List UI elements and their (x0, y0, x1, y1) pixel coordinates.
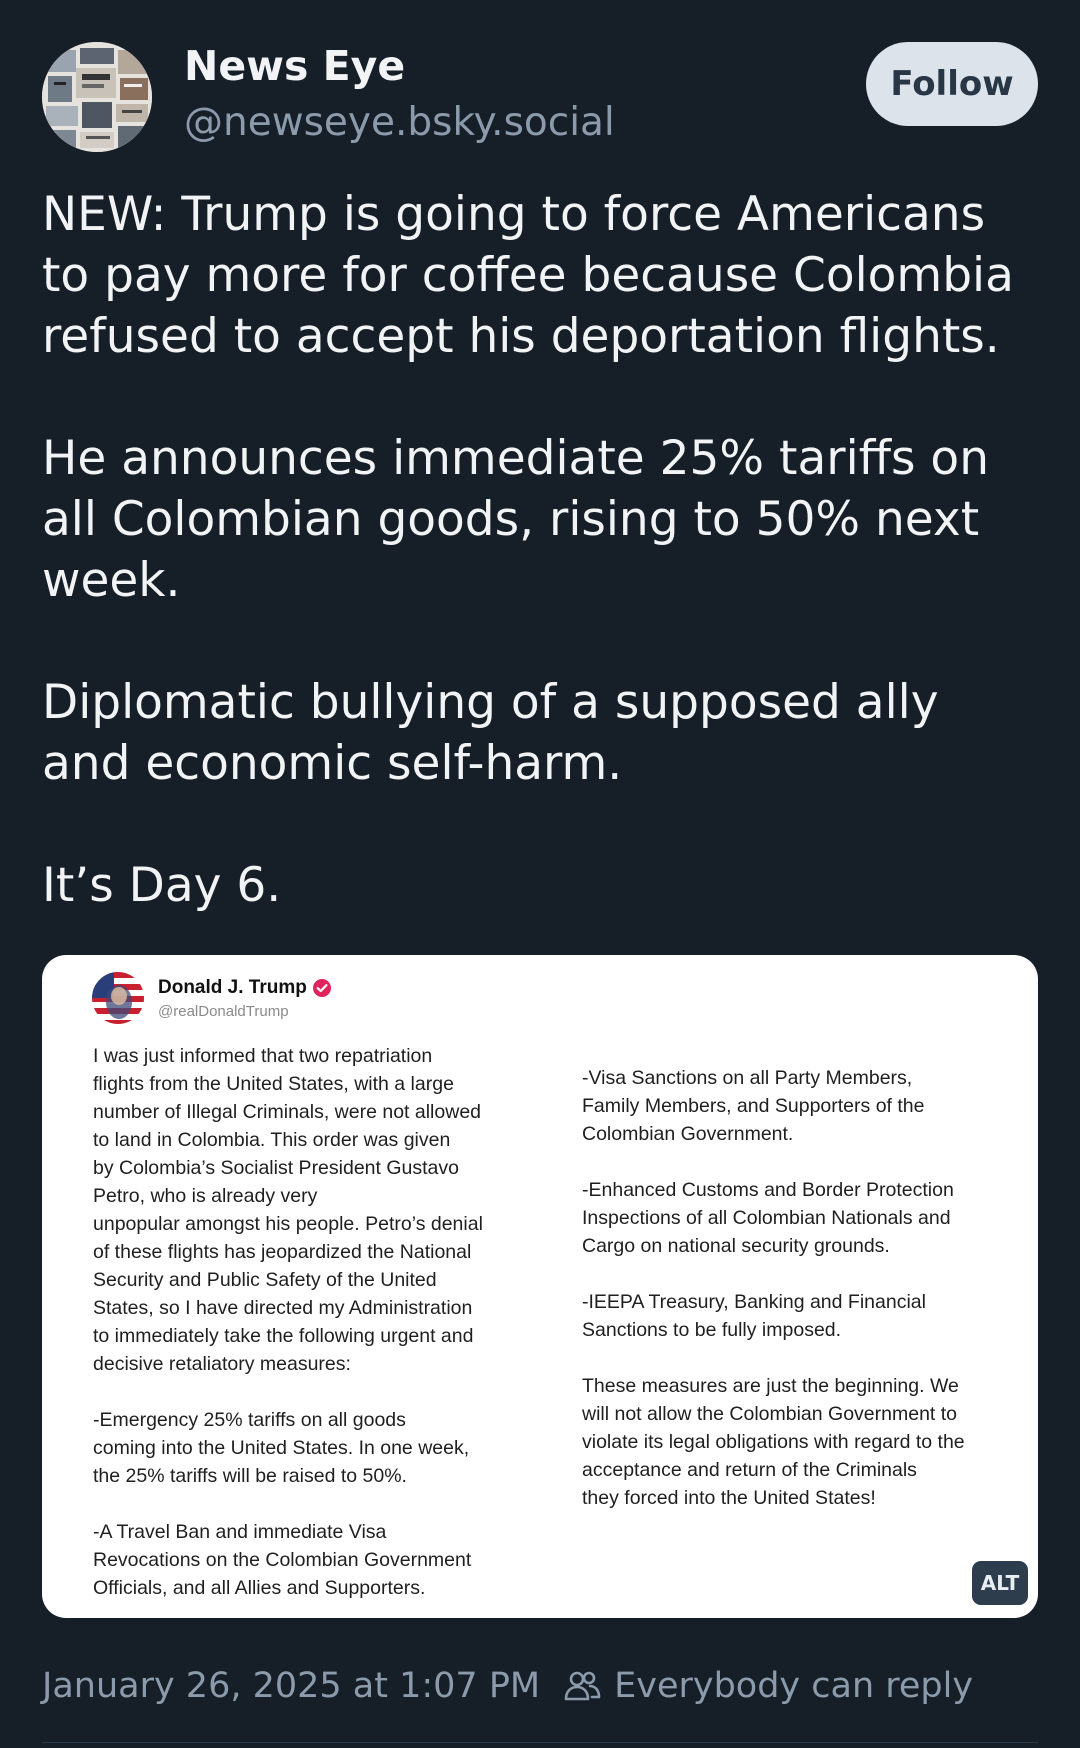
alt-text-button[interactable]: ALT (972, 1561, 1028, 1605)
post-paragraph: NEW: Trump is going to force Americans t… (42, 187, 1014, 364)
reply-setting: Everybody can reply (562, 1666, 973, 1706)
embedded-paragraph: -A Travel Ban and immediate Visa Revocat… (93, 1521, 472, 1599)
embedded-author-name: Donald J. Trump (158, 977, 332, 999)
embedded-text-left-column: I was just informed that two repatriatio… (93, 1042, 483, 1602)
verified-badge-icon (312, 979, 331, 997)
post-timestamp: January 26, 2025 at 1:07 PM (42, 1666, 541, 1706)
flag-portrait-icon (92, 972, 144, 1024)
post-text: NEW: Trump is going to force Americans t… (42, 184, 1052, 916)
author-name[interactable]: News Eye (184, 42, 405, 90)
embedded-author-label: Donald J. Trump (158, 977, 307, 998)
post-view: News Eye @newseye.bsky.social Follow NEW… (0, 0, 1080, 1748)
embedded-paragraph: These measures are just the beginning. W… (582, 1375, 965, 1509)
embedded-avatar (92, 972, 144, 1024)
embedded-paragraph: I was just informed that two repatriatio… (93, 1045, 483, 1375)
embedded-image[interactable]: Donald J. Trump @realDonaldTrump I was j… (42, 955, 1038, 1618)
newspaper-collage-avatar-icon (42, 42, 152, 152)
author-handle[interactable]: @newseye.bsky.social (184, 100, 615, 145)
post-paragraph: Diplomatic bullying of a supposed ally a… (42, 675, 939, 791)
divider (42, 1742, 1038, 1743)
post-footer: January 26, 2025 at 1:07 PM Everybody ca… (42, 1664, 973, 1708)
embedded-paragraph: -Enhanced Customs and Border Protection … (582, 1179, 954, 1257)
embedded-author-handle: @realDonaldTrump (158, 1003, 289, 1020)
embedded-paragraph: -Emergency 25% tariffs on all goods comi… (93, 1409, 470, 1487)
people-icon (564, 1671, 601, 1701)
embedded-paragraph: -Visa Sanctions on all Party Members, Fa… (582, 1067, 925, 1145)
post-paragraph: It’s Day 6. (42, 858, 282, 913)
embedded-text-right-column: -Visa Sanctions on all Party Members, Fa… (582, 1064, 965, 1512)
author-avatar[interactable] (42, 42, 152, 152)
post-paragraph: He announces immediate 25% tariffs on al… (42, 431, 989, 608)
reply-setting-label: Everybody can reply (614, 1666, 974, 1706)
embedded-paragraph: -IEEPA Treasury, Banking and Financial S… (582, 1291, 926, 1341)
follow-button[interactable]: Follow (866, 42, 1038, 126)
